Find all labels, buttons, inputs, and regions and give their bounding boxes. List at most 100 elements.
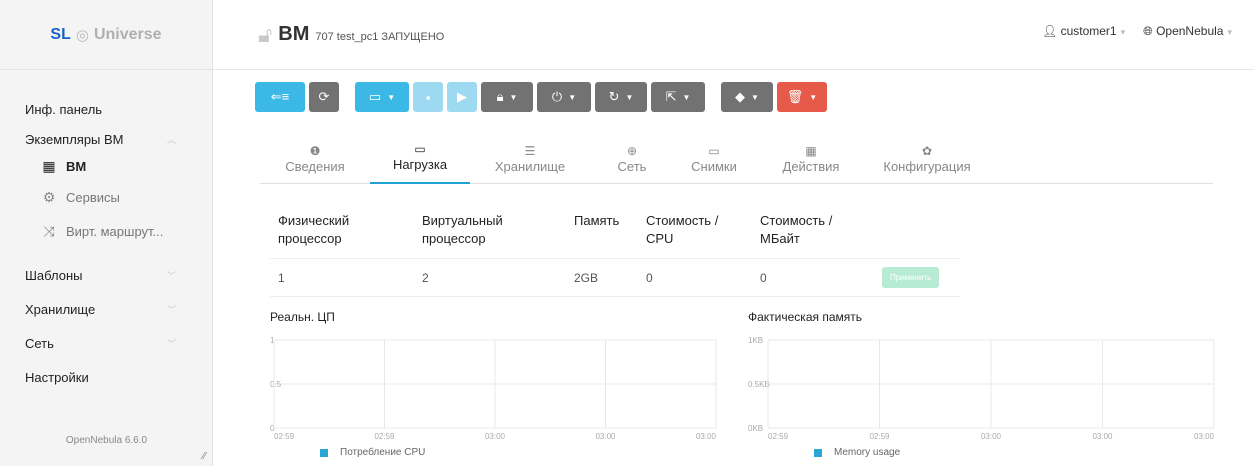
caret-down-icon: ▼ xyxy=(387,92,396,102)
migrate-menu-button[interactable]: ⇱ ▼ xyxy=(651,82,705,112)
sidebar-item-settings[interactable]: Настройки xyxy=(0,360,212,394)
unlock-icon[interactable]: 🔓︎ xyxy=(258,22,272,48)
tab-capacity[interactable]: ▭ Нагрузка xyxy=(370,134,470,184)
legend-swatch xyxy=(814,448,822,457)
sidebar-item-storage[interactable]: Хранилище ﹀ xyxy=(0,292,212,326)
tab-label: Сведения xyxy=(285,159,345,174)
caret-down-icon: ▾ xyxy=(1120,27,1126,37)
legend-label: Потребление CPU xyxy=(340,447,426,458)
resize-handle-icon[interactable]: ⁄⁄ xyxy=(203,451,206,462)
y-tick-label: 1KB xyxy=(748,336,763,345)
sidebar-item-dashboard[interactable]: Инф. панель xyxy=(0,92,212,126)
user-icon: 👤︎ xyxy=(1041,24,1058,38)
tab-snapshots[interactable]: ▭ Снимки xyxy=(674,134,754,184)
sidebar-nav: Инф. панель Экземпляры ВМ ︿ ▦ ВМ ⚙ Серви… xyxy=(0,70,212,394)
refresh-icon: ⟳ xyxy=(318,89,330,104)
y-tick-label: 0KB xyxy=(748,424,763,433)
caret-down-icon: ▾ xyxy=(1227,27,1232,37)
memory-chart: 0KB 0.5KB 1KB 02:59 02:59 03:00 03:00 03:00 xyxy=(748,336,1215,441)
monitor-icon: ▭ xyxy=(368,89,382,104)
tab-label: Снимки xyxy=(691,159,737,174)
column-header: Память xyxy=(566,208,638,259)
x-tick-label: 02:59 xyxy=(869,432,890,440)
tab-label: Действия xyxy=(782,159,840,174)
x-tick-label: 02:59 xyxy=(768,432,789,440)
x-tick-label: 03:00 xyxy=(595,432,616,440)
lock-icon: 🔒︎ xyxy=(496,89,504,104)
column-header: Стоимость / CPU xyxy=(638,208,752,259)
cpu-chart-block: Реальн. ЦП 0 0.5 1 02:59 02:59 03:00 03:00 03:0… xyxy=(270,310,720,458)
lock-menu-button[interactable]: 🔒︎ ▼ xyxy=(481,82,533,112)
chevron-up-icon: ︿ xyxy=(166,134,176,145)
zone-name: OpenNebula xyxy=(1156,24,1224,38)
table-cell: 1 xyxy=(270,258,414,297)
sidebar-item-label: ВМ xyxy=(66,158,87,174)
capacity-table: Физический процессор Виртуальный процесс… xyxy=(270,208,960,297)
tab-label: Конфигурация xyxy=(883,159,971,174)
sidebar-item-vms[interactable]: ▦ ВМ xyxy=(0,152,212,180)
table-cell: 0 xyxy=(638,258,752,297)
cpu-chart: 00.5102:59 02:59 03:00 03:00 03:00 xyxy=(270,336,717,441)
reboot-menu-button[interactable]: ↻ ▼ xyxy=(595,82,647,112)
header: 🔓︎ ВМ 707 test_pc1 ЗАПУЩЕНО 👤︎ customer1… xyxy=(213,0,1254,70)
tab-network[interactable]: ⊕ Сеть xyxy=(590,134,674,184)
logo-universe: Universe xyxy=(93,25,162,43)
chevron-down-icon: ﹀ xyxy=(166,338,176,349)
tab-storage[interactable]: ☰ Хранилище xyxy=(470,134,590,184)
caret-down-icon: ▼ xyxy=(682,92,691,102)
apply-button[interactable]: Применить xyxy=(882,267,940,288)
column-header: Физический процессор xyxy=(270,208,414,259)
version-label: OpenNebula 6.6.0 xyxy=(65,435,148,446)
zone-menu[interactable]: 🌐︎ OpenNebula ▾ xyxy=(1143,24,1232,39)
sidebar-item-virtual-routers[interactable]: ⤨ Вирт. маршрут... xyxy=(0,214,212,248)
delete-menu-button[interactable]: 🗑︎ ▼ xyxy=(777,82,827,112)
storage-icon: ☰ xyxy=(524,144,536,158)
trash-icon: 🗑︎ xyxy=(786,89,804,104)
sidebar-item-label: Настройки xyxy=(25,369,89,385)
sidebar-item-label: Инф. панель xyxy=(25,101,103,117)
legend-label: Memory usage xyxy=(834,447,901,458)
sidebar-item-network[interactable]: Сеть ﹀ xyxy=(0,326,212,360)
play-button[interactable]: ▶ xyxy=(447,82,477,112)
back-button[interactable]: ⇐≡ xyxy=(255,82,305,112)
services-icon: ⚙ xyxy=(42,188,56,205)
vm-tabs: ❶ Сведения ▭ Нагрузка ☰ Хранилище ⊕ Сеть… xyxy=(260,134,1213,184)
caret-down-icon: ▼ xyxy=(751,92,759,102)
sidebar-item-templates[interactable]: Шаблоны ﹀ xyxy=(0,258,212,292)
page-title: ВМ xyxy=(278,23,310,45)
x-tick-label: 03:00 xyxy=(485,432,506,440)
caret-down-icon: ▼ xyxy=(568,92,577,102)
user-name: customer1 xyxy=(1060,24,1117,38)
sidebar-item-label: Сервисы xyxy=(66,189,120,205)
logo[interactable]: SL ◎ Universe xyxy=(0,0,212,70)
repeat-icon: ↻ xyxy=(608,89,620,104)
sidebar-item-label: Вирт. маршрут... xyxy=(66,223,164,239)
table-cell: Применить xyxy=(874,258,960,297)
tags-icon: ◆ xyxy=(735,89,746,104)
tab-info[interactable]: ❶ Сведения xyxy=(260,134,370,184)
console-button[interactable]: ▭ ▼ xyxy=(355,82,409,112)
sidebar-item-vm-instances[interactable]: Экземпляры ВМ ︿ xyxy=(0,126,212,152)
x-tick-label: 03:00 xyxy=(981,432,1002,440)
power-menu-button[interactable]: ⏻ ▼ xyxy=(537,82,591,112)
calendar-icon: ▦ xyxy=(805,144,817,158)
chevron-down-icon: ﹀ xyxy=(166,304,176,315)
tab-actions[interactable]: ▦ Действия xyxy=(754,134,868,184)
legend-swatch xyxy=(320,448,328,457)
refresh-button[interactable]: ⟳ xyxy=(309,82,339,112)
user-menu[interactable]: 👤︎ customer1 ▾ xyxy=(1042,24,1125,39)
save-button[interactable]: ▪ xyxy=(413,82,443,112)
chevron-down-icon: ﹀ xyxy=(166,270,176,281)
chart-title: Фактическая память xyxy=(748,310,862,324)
tab-configuration[interactable]: ✿ Конфигурация xyxy=(868,134,986,184)
laptop-icon: ▭ xyxy=(414,142,426,156)
table-cell: 2 xyxy=(414,258,566,297)
labels-menu-button[interactable]: ◆ ▼ xyxy=(721,82,773,112)
table-header-row: Физический процессор Виртуальный процесс… xyxy=(270,208,960,259)
x-tick-label: 02:59 xyxy=(274,432,295,440)
sidebar-item-services[interactable]: ⚙ Сервисы xyxy=(0,180,212,214)
tab-label: Хранилище xyxy=(494,159,566,174)
sidebar-item-label: Экземпляры ВМ xyxy=(25,131,124,147)
back-list-icon: ⇐≡ xyxy=(270,89,290,104)
x-tick-label: 03:00 xyxy=(1092,432,1113,440)
